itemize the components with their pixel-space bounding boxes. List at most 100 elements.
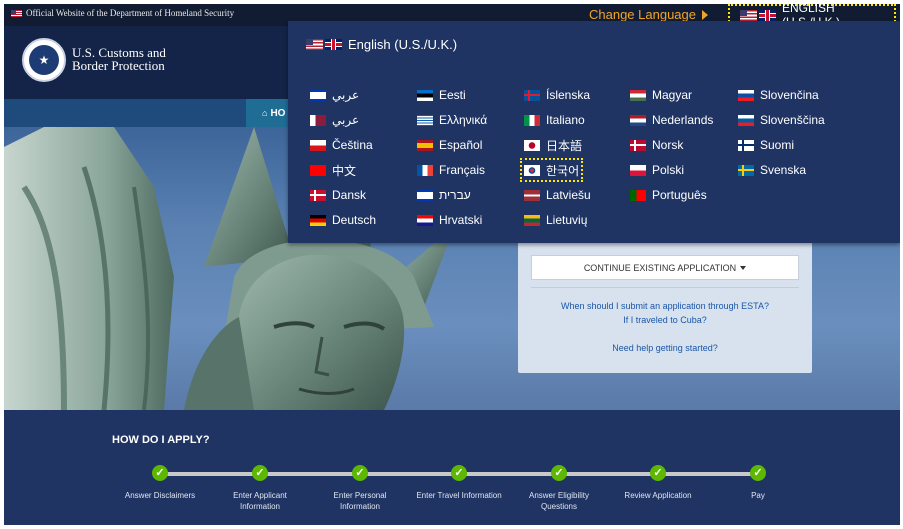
check-icon: ✓ xyxy=(451,465,467,481)
help-getting-started-link[interactable]: Need help getting started? xyxy=(518,343,812,353)
language-option-label: عربي xyxy=(332,113,360,127)
language-option[interactable]: Português xyxy=(630,187,707,203)
change-language-button[interactable]: Change Language xyxy=(589,7,708,22)
flag-denmark-icon xyxy=(310,189,326,201)
language-option[interactable]: Nederlands xyxy=(630,112,713,128)
continue-existing-application-button[interactable]: CONTINUE EXISTING APPLICATION xyxy=(531,255,799,280)
language-option[interactable]: Hrvatski xyxy=(417,212,482,228)
flag-korea-icon xyxy=(524,164,540,176)
language-option[interactable]: Norsk xyxy=(630,137,683,153)
flag-israel-icon xyxy=(417,189,433,201)
language-option[interactable]: Deutsch xyxy=(310,212,376,228)
language-option[interactable]: Español xyxy=(417,137,482,153)
browser-viewport: Official Website of the Department of Ho… xyxy=(4,4,900,525)
apply-step-label-line1: Enter Applicant xyxy=(233,491,287,500)
language-option[interactable]: 中文 xyxy=(310,162,356,178)
apply-step-label-line2: Information xyxy=(339,502,381,511)
language-option[interactable]: Ελληνικά xyxy=(417,112,487,128)
flag-iceland-icon xyxy=(524,89,540,101)
language-option-label: Lietuvių xyxy=(546,213,588,227)
apply-step-label: Review Application xyxy=(608,490,708,501)
language-option[interactable]: Íslenska xyxy=(524,87,590,103)
apply-step-label: Enter Applicant Information xyxy=(210,490,310,512)
language-option-label: Eesti xyxy=(439,88,466,102)
dhs-seal-icon[interactable]: ★ xyxy=(22,38,66,82)
language-option[interactable]: Français xyxy=(417,162,485,178)
language-option-label: Norsk xyxy=(652,138,684,152)
language-option-label: Deutsch xyxy=(332,213,377,227)
check-icon: ✓ xyxy=(750,465,766,481)
agency-title[interactable]: U.S. Customs and Border Protection xyxy=(72,46,166,72)
language-option-label: Čeština xyxy=(332,138,373,152)
language-option[interactable]: Eesti xyxy=(417,87,466,103)
divider xyxy=(531,287,799,288)
apply-step-label-line1: Pay xyxy=(751,491,765,500)
language-option[interactable]: 日本語 xyxy=(524,137,582,153)
language-option[interactable]: עברית xyxy=(417,187,471,203)
language-option-label: Español xyxy=(439,138,483,152)
change-language-label: Change Language xyxy=(589,7,696,22)
official-website-notice: Official Website of the Department of Ho… xyxy=(11,8,234,18)
language-option-label: Íslenska xyxy=(546,88,591,102)
check-icon: ✓ xyxy=(252,465,268,481)
language-option-label: 한국어 xyxy=(546,163,580,178)
language-option[interactable]: Svenska xyxy=(738,162,806,178)
cuba-travel-link[interactable]: If I traveled to Cuba? xyxy=(518,315,812,325)
check-icon: ✓ xyxy=(152,465,168,481)
language-option[interactable]: Latviešu xyxy=(524,187,591,203)
continue-existing-application-label: CONTINUE EXISTING APPLICATION xyxy=(583,262,737,273)
official-website-text: Official Website of the Department of Ho… xyxy=(26,8,235,18)
flag-germany-icon xyxy=(310,214,326,226)
language-option-label: Svenska xyxy=(760,163,807,177)
language-option[interactable]: عربي xyxy=(310,87,359,103)
apply-step: ✓ Answer Disclaimers xyxy=(110,465,210,501)
apply-step-label: Answer Disclaimers xyxy=(110,490,210,501)
flag-netherlands-icon xyxy=(630,114,646,126)
language-option[interactable]: 한국어 xyxy=(519,158,584,182)
apply-step-label-line2: Questions xyxy=(540,502,578,511)
apply-step-label: Enter Travel Information xyxy=(409,490,509,501)
language-option-label: Ελληνικά xyxy=(439,113,488,127)
apply-step-label-line2: Information xyxy=(239,502,281,511)
language-option-label: Italiano xyxy=(546,113,585,127)
language-option[interactable]: Slovenščina xyxy=(738,112,825,128)
apply-step-label-line1: Review Application xyxy=(624,491,692,500)
apply-step: ✓ Enter Applicant Information xyxy=(210,465,310,512)
flag-taiwan-icon xyxy=(310,164,326,176)
caret-right-icon xyxy=(702,9,708,20)
apply-step-label-line1: Answer Eligibility xyxy=(528,491,590,500)
apply-step: ✓ Pay xyxy=(708,465,808,501)
language-option[interactable]: Dansk xyxy=(310,187,366,203)
language-option[interactable]: Slovenčina xyxy=(738,87,819,103)
check-icon: ✓ xyxy=(352,465,368,481)
language-option[interactable]: Italiano xyxy=(524,112,585,128)
language-option-label: Hrvatski xyxy=(439,213,483,227)
language-option[interactable]: Magyar xyxy=(630,87,692,103)
language-option[interactable]: Lietuvių xyxy=(524,212,587,228)
language-option[interactable]: Polski xyxy=(630,162,684,178)
language-option-label: Slovenščina xyxy=(760,113,825,127)
apply-step: ✓ Enter Travel Information xyxy=(409,465,509,501)
language-option-label: 日本語 xyxy=(546,138,583,153)
esta-timing-link[interactable]: When should I submit an application thro… xyxy=(518,301,812,311)
apply-step-label-line1: Enter Travel Information xyxy=(416,491,502,500)
us-flag-icon xyxy=(11,9,22,17)
language-option-label: Latviešu xyxy=(546,188,591,202)
language-option[interactable]: عربي xyxy=(310,112,359,128)
flag-japan-icon xyxy=(524,139,540,151)
language-option-label: 中文 xyxy=(332,163,357,178)
language-option-label: Polski xyxy=(652,163,685,177)
flag-us-uk-icon xyxy=(306,39,342,50)
dropdown-current-language[interactable]: English (U.S./U.K.) xyxy=(306,37,457,52)
flag-italy-icon xyxy=(524,114,540,126)
language-option-label: Dansk xyxy=(332,188,367,202)
flag-spain-icon xyxy=(417,139,433,151)
flag-estonia-icon xyxy=(417,89,433,101)
language-option[interactable]: Čeština xyxy=(310,137,373,153)
language-option[interactable]: Suomi xyxy=(738,137,794,153)
apply-step-label-line1: Answer Disclaimers xyxy=(124,491,196,500)
flag-france-icon xyxy=(417,164,433,176)
flag-greece-icon xyxy=(417,114,433,126)
flag-slovenia-icon xyxy=(738,114,754,126)
apply-step: ✓ Review Application xyxy=(608,465,708,501)
